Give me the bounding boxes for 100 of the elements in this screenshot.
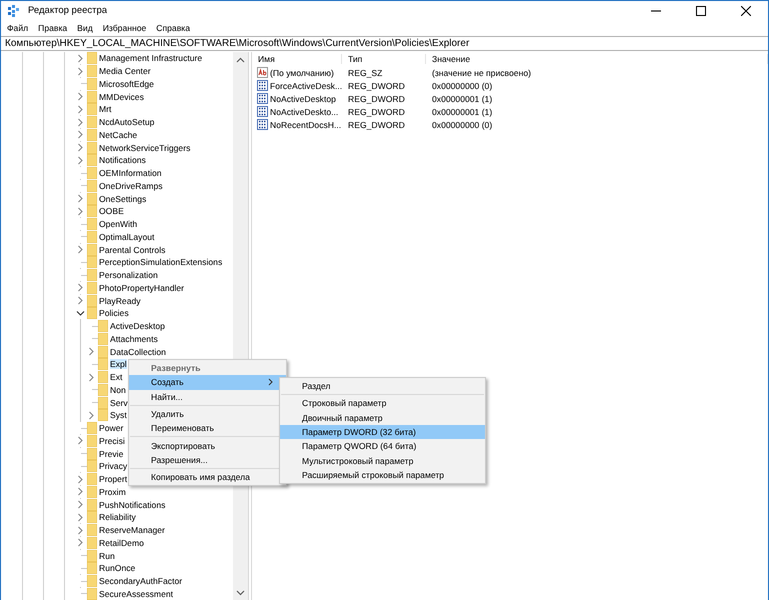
folder-icon (87, 422, 97, 434)
folder-icon (87, 154, 97, 166)
tree-item[interactable]: ActiveDesktop (110, 321, 165, 332)
tree-item[interactable]: NetCache (99, 130, 138, 140)
menu-bar-item[interactable]: Правка (33, 22, 72, 34)
value-name[interactable]: NoActiveDesktop (270, 94, 336, 104)
binary-value-icon (257, 80, 268, 91)
tree-item[interactable]: Power (99, 423, 124, 434)
tree-item[interactable]: NcdAutoSetup (99, 117, 154, 128)
tree-item[interactable]: OptimalLayout (99, 232, 154, 242)
menu-item[interactable]: Строковый параметр (280, 396, 485, 411)
folder-icon (87, 536, 97, 549)
value-name[interactable]: (По умолчанию) (270, 68, 334, 78)
tree-item[interactable]: Expl (110, 359, 127, 370)
folder-icon (87, 448, 97, 460)
tree-item[interactable]: PushNotifications (99, 500, 166, 510)
tree-item[interactable]: Serv (110, 398, 128, 408)
folder-icon (87, 128, 97, 141)
folder-icon (87, 230, 97, 243)
tree-item[interactable]: MicrosoftEdge (99, 78, 154, 89)
folder-icon (87, 486, 97, 498)
tree-item[interactable]: Media Center (99, 66, 151, 76)
tree-item[interactable]: PlayReady (99, 296, 141, 306)
menu-bar-item[interactable]: Избранное (98, 22, 152, 34)
tree-item[interactable]: Proxim (99, 486, 126, 497)
table-cell-text: 0x00000001 (1) (431, 94, 494, 104)
scroll-down-icon[interactable] (236, 590, 245, 596)
tree-item[interactable]: Ext (110, 372, 122, 382)
tree-item[interactable]: Parental Controls (99, 244, 166, 255)
tree-item[interactable]: MMDevices (99, 92, 144, 102)
tree-item[interactable]: Privacy (99, 461, 128, 472)
table-cell-text: REG_SZ (347, 68, 384, 78)
address-field[interactable]: Компьютер\HKEY_LOCAL_MACHINE\SOFTWARE\Microsoft\Windows\CurrentVersion\Policies\Explorer (1, 36, 768, 51)
folder-icon (87, 116, 97, 128)
tree-item[interactable]: Syst (110, 410, 127, 420)
folder-icon (87, 205, 97, 218)
value-name[interactable]: NoRecentDocsH... (270, 120, 342, 130)
tree-item[interactable]: Non (110, 384, 126, 395)
folder-icon (98, 332, 108, 345)
tree-item[interactable]: ReserveManager (99, 525, 165, 536)
folder-icon (98, 409, 108, 422)
tree-item[interactable]: Previe (99, 448, 124, 459)
tree-item[interactable]: Management Infrastructure (99, 53, 202, 64)
tree-item[interactable]: OOBE (99, 206, 124, 216)
tree-item[interactable]: DataCollection (110, 346, 166, 357)
column-header[interactable]: Значение (426, 54, 768, 64)
tree-item[interactable]: OpenWith (99, 219, 138, 230)
tree-item[interactable]: Personalization (99, 270, 158, 280)
menu-bar-item[interactable]: Вид (72, 22, 98, 34)
tree-item[interactable]: OEMInformation (99, 168, 162, 178)
binary-value-icon (257, 93, 268, 104)
folder-icon (98, 384, 108, 396)
scroll-up-icon[interactable] (236, 56, 245, 62)
tree-item[interactable]: Precisi (99, 436, 125, 446)
tree-item[interactable]: Propert (99, 474, 128, 484)
table-cell-text: 0x00000001 (1) (431, 106, 494, 116)
tree-item[interactable]: NetworkServiceTriggers (99, 142, 190, 153)
tree-item[interactable]: OneSettings (99, 194, 146, 204)
maximize-icon (696, 6, 706, 16)
folder-icon (87, 575, 97, 588)
folder-icon (87, 180, 97, 192)
table-cell-text: 0x00000000 (0) (431, 120, 494, 130)
menu-item[interactable]: Мультистроковый параметр (280, 453, 485, 468)
menu-item[interactable]: Параметр DWORD (32 бита) (280, 424, 485, 440)
tree-item[interactable]: SecondaryAuthFactor (99, 576, 182, 586)
folder-icon (87, 294, 97, 307)
window-title: Редактор реестра (28, 5, 108, 16)
tree-item[interactable]: Policies (99, 308, 129, 318)
menu-item[interactable]: Параметр QWORD (64 бита) (280, 439, 485, 454)
menu-item[interactable]: Расширяемый строковый параметр (280, 468, 485, 482)
column-header[interactable]: Имя (252, 54, 342, 64)
menu-item[interactable]: Двоичный параметр (280, 410, 485, 425)
folder-icon (87, 307, 97, 320)
folder-icon (87, 282, 97, 294)
menu-bar-item[interactable]: Файл (2, 22, 34, 34)
tree-item[interactable]: Mrt (99, 104, 112, 114)
folder-icon (87, 434, 97, 447)
value-name[interactable]: ForceActiveDesk... (270, 80, 342, 90)
table-cell-text: 0x00000000 (0) (431, 80, 494, 90)
tree-item[interactable]: SecureAssessment (99, 588, 174, 599)
folder-icon (87, 498, 97, 511)
tree-item[interactable]: PhotoPropertyHandler (99, 282, 184, 293)
folder-icon (98, 371, 108, 384)
tree-item[interactable]: RunOnce (99, 563, 136, 574)
tree-item[interactable]: Run (99, 550, 115, 561)
menu-item[interactable]: Создать (129, 375, 286, 390)
tree-item[interactable]: Notifications (99, 155, 146, 166)
tree-item[interactable]: RetailDemo (99, 538, 144, 548)
menu-bar-item[interactable]: Справка (151, 22, 195, 34)
folder-icon (87, 588, 97, 600)
folder-icon (98, 396, 108, 409)
tree-item[interactable]: Attachments (110, 334, 158, 344)
column-header[interactable]: Тип (342, 54, 426, 64)
value-name[interactable]: NoActiveDeskto... (270, 106, 338, 116)
tree-item[interactable]: PerceptionSimulationExtensions (99, 257, 222, 268)
folder-icon (98, 358, 108, 370)
folder-icon (87, 192, 97, 205)
tree-item[interactable]: OneDriveRamps (99, 180, 163, 191)
table-cell-text: REG_DWORD (347, 120, 406, 130)
tree-item[interactable]: Reliability (99, 512, 136, 522)
